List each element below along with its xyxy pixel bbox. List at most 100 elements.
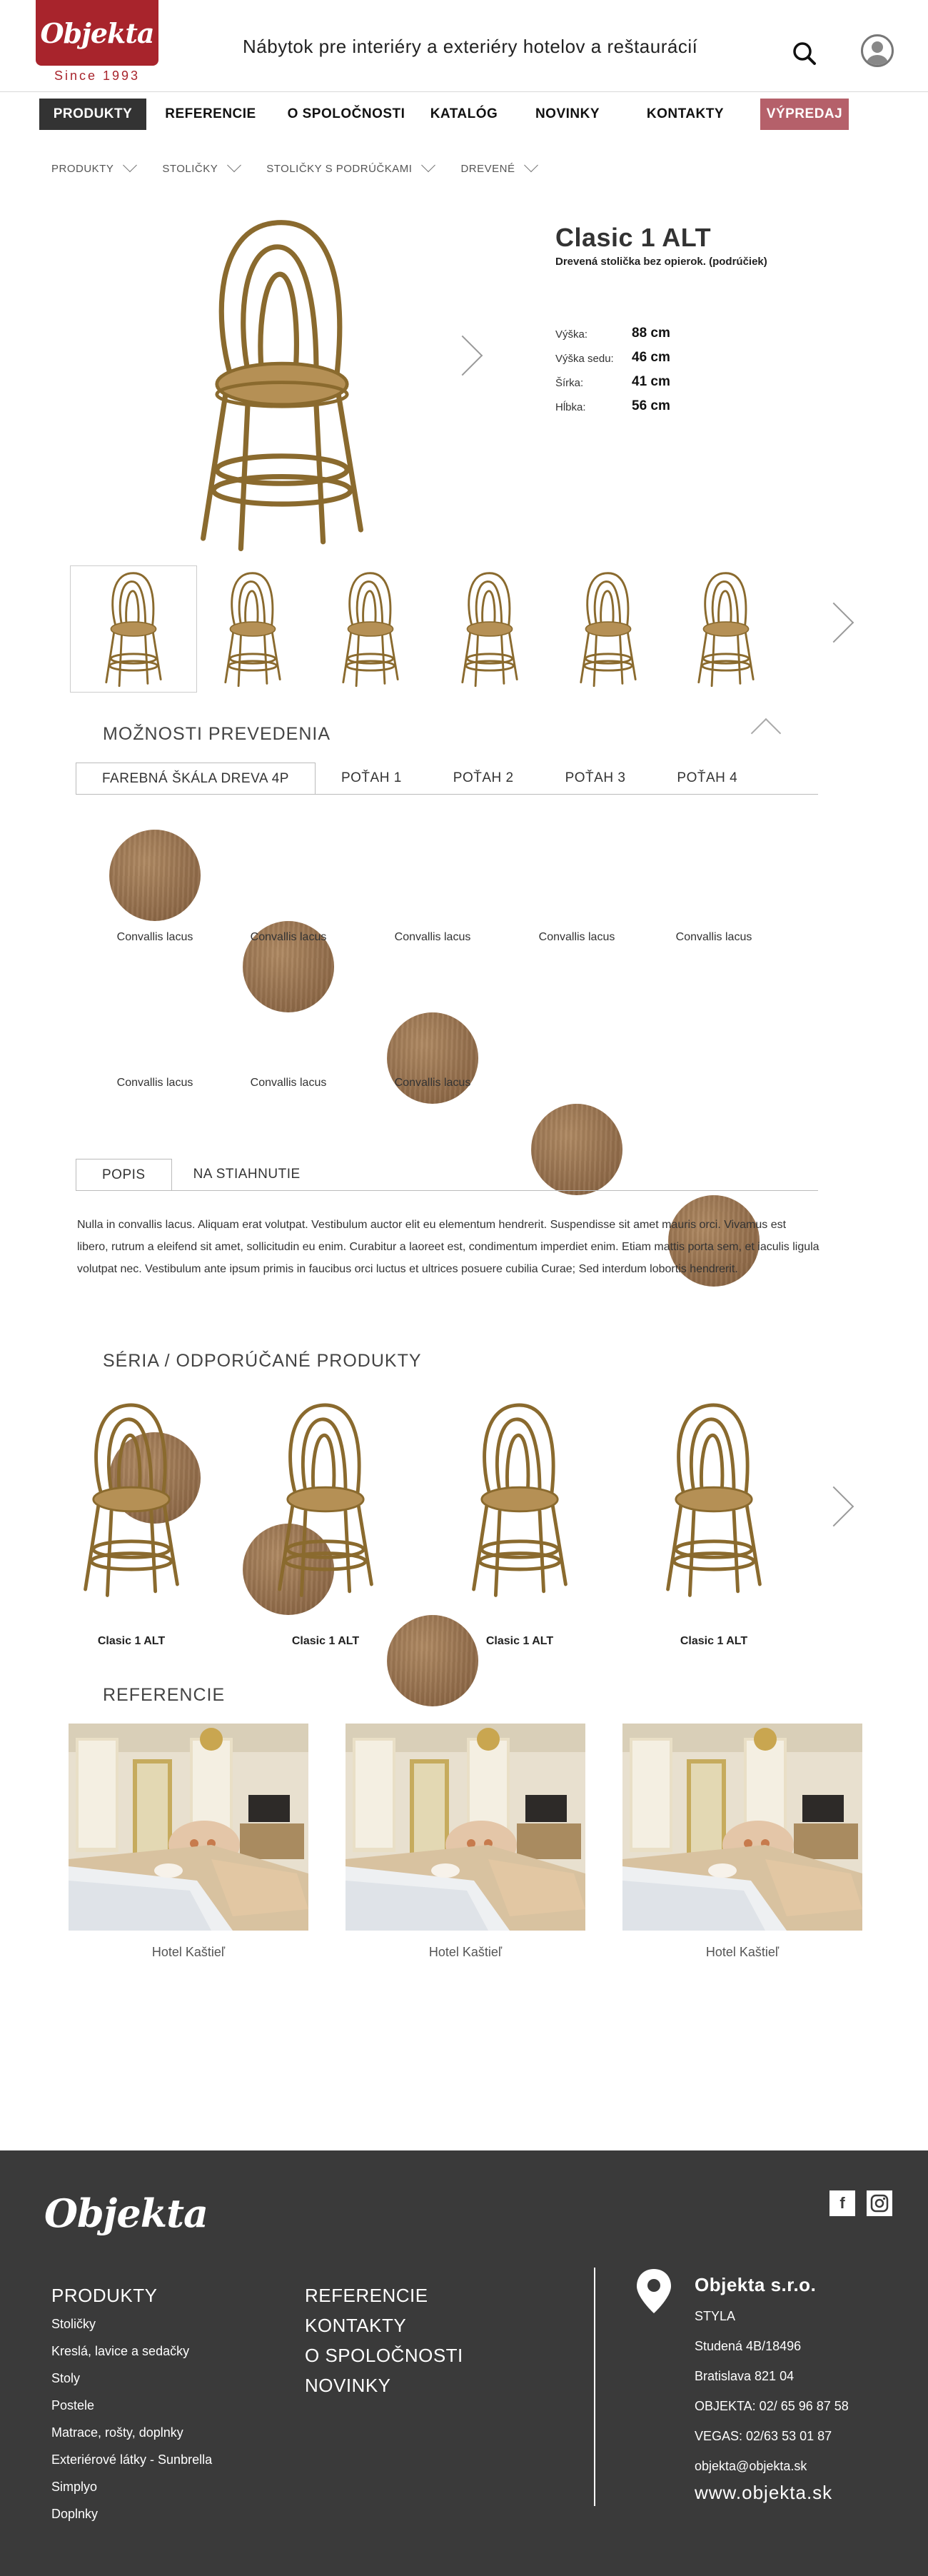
- tab-farebna-skala[interactable]: FAREBNÁ ŠKÁLA DREVA 4P: [76, 763, 316, 794]
- reference-image[interactable]: [346, 1724, 585, 1931]
- logo-text: Objekta: [40, 16, 154, 49]
- nav-produkty[interactable]: PRODUKTY: [39, 99, 146, 130]
- tab-potah-2[interactable]: POŤAH 2: [428, 763, 540, 794]
- thumbnail[interactable]: [70, 565, 197, 693]
- footer-info: Studená 4B/18496: [695, 2339, 802, 2353]
- footer-link[interactable]: Exteriérové látky - Sunbrella: [51, 2452, 212, 2467]
- chevron-down-icon[interactable]: [227, 157, 242, 172]
- tab-potah-4[interactable]: POŤAH 4: [651, 763, 763, 794]
- breadcrumb-item[interactable]: PRODUKTY: [51, 163, 114, 175]
- description-text: Nulla in convallis lacus. Aliquam erat v…: [77, 1219, 819, 1275]
- tab-potah-1[interactable]: POŤAH 1: [316, 763, 428, 794]
- swatch-label: Convallis lacus: [394, 1077, 471, 1089]
- collapse-up-icon[interactable]: [750, 718, 782, 749]
- swatch-label: Convallis lacus: [675, 931, 752, 943]
- chevron-down-icon[interactable]: [123, 157, 138, 172]
- series-product-name[interactable]: Clasic 1 ALT: [459, 1635, 580, 1648]
- tab-na-stiahnutie[interactable]: NA STIAHNUTIE: [172, 1159, 322, 1190]
- since-label: Since 1993: [54, 69, 141, 83]
- thumbnail[interactable]: [662, 565, 790, 693]
- spec-value: 88 cm: [632, 326, 670, 341]
- footer-phone[interactable]: VEGAS: 02/63 53 01 87: [695, 2429, 832, 2444]
- footer-info: Bratislava 821 04: [695, 2369, 795, 2383]
- series-product-name[interactable]: Clasic 1 ALT: [71, 1635, 192, 1648]
- description-tabs: POPIS NA STIAHNUTIE: [76, 1159, 818, 1191]
- wood-swatch[interactable]: [387, 1615, 478, 1706]
- spec-label: Výška:: [555, 328, 588, 341]
- reference-caption[interactable]: Hotel Kaštieľ: [622, 1945, 862, 1960]
- series-product-name[interactable]: Clasic 1 ALT: [653, 1635, 775, 1648]
- swatch-label: Convallis lacus: [116, 1077, 193, 1089]
- footer-kontakty-link[interactable]: KONTAKTY: [305, 2315, 406, 2337]
- breadcrumb-item[interactable]: STOLIČKY: [162, 163, 218, 175]
- swatch-label: Convallis lacus: [250, 1077, 327, 1089]
- spec-label: Výška sedu:: [555, 353, 614, 365]
- spec-label: Hĺbka:: [555, 401, 586, 413]
- options-tabs: FAREBNÁ ŠKÁLA DREVA 4P POŤAH 1 POŤAH 2 P…: [76, 763, 818, 795]
- breadcrumb-item[interactable]: STOLIČKY S PODRÚČKAMI: [266, 163, 412, 175]
- product-main-image: [201, 220, 363, 551]
- swatch-label: Convallis lacus: [538, 931, 615, 943]
- footer-novinky-link[interactable]: NOVINKY: [305, 2375, 391, 2397]
- swatch-label: Convallis lacus: [250, 931, 327, 943]
- reference-image[interactable]: [622, 1724, 862, 1931]
- tab-potah-3[interactable]: POŤAH 3: [540, 763, 652, 794]
- thumbnail[interactable]: [426, 565, 553, 693]
- header-divider: [0, 91, 928, 92]
- breadcrumb-item[interactable]: DREVENÉ: [460, 163, 515, 175]
- wood-swatch[interactable]: [109, 830, 201, 921]
- spec-value: 56 cm: [632, 398, 670, 413]
- footer-produkty-heading[interactable]: PRODUKTY: [51, 2285, 157, 2307]
- footer-link[interactable]: Postele: [51, 2398, 94, 2413]
- logo[interactable]: Objekta: [36, 0, 158, 66]
- footer-link[interactable]: Stoličky: [51, 2317, 96, 2332]
- facebook-icon[interactable]: f: [829, 2190, 855, 2216]
- footer-link[interactable]: Stoly: [51, 2371, 80, 2386]
- nav-novinky[interactable]: NOVINKY: [521, 99, 614, 130]
- spec-value: 41 cm: [632, 374, 670, 389]
- next-image-arrow-icon[interactable]: [442, 335, 483, 376]
- thumbnail[interactable]: [189, 565, 316, 693]
- series-product-image[interactable]: [266, 1399, 385, 1599]
- footer-company-name: Objekta s.r.o.: [695, 2274, 817, 2295]
- chevron-down-icon[interactable]: [524, 157, 539, 172]
- thumbnail[interactable]: [545, 565, 672, 693]
- footer-email[interactable]: objekta@objekta.sk: [695, 2459, 807, 2474]
- nav-o-spolocnosti[interactable]: O SPOLOČNOSTI: [278, 99, 414, 130]
- user-icon[interactable]: [861, 34, 894, 67]
- footer-phone[interactable]: OBJEKTA: 02/ 65 96 87 58: [695, 2399, 849, 2414]
- footer-o-spolocnosti-link[interactable]: O SPOLOČNOSTI: [305, 2345, 463, 2367]
- swatch-label: Convallis lacus: [394, 931, 471, 943]
- footer-link[interactable]: Doplnky: [51, 2507, 98, 2522]
- reference-caption[interactable]: Hotel Kaštieľ: [346, 1945, 585, 1960]
- instagram-icon[interactable]: [867, 2190, 892, 2216]
- tagline: Nábytok pre interiéry a exteriéry hotelo…: [243, 36, 698, 57]
- footer-link[interactable]: Kreslá, lavice a sedačky: [51, 2344, 189, 2359]
- series-product-image[interactable]: [460, 1399, 580, 1599]
- nav-kontakty[interactable]: KONTAKTY: [635, 99, 735, 130]
- footer-referencie-link[interactable]: REFERENCIE: [305, 2285, 428, 2307]
- spec-label: Šírka:: [555, 377, 584, 389]
- series-product-name[interactable]: Clasic 1 ALT: [265, 1635, 386, 1648]
- nav-vypredaj[interactable]: VÝPREDAJ: [760, 99, 849, 130]
- footer-website[interactable]: www.objekta.sk: [695, 2482, 832, 2504]
- reference-caption[interactable]: Hotel Kaštieľ: [69, 1945, 308, 1960]
- breadcrumb: PRODUKTY STOLIČKY STOLIČKY S PODRÚČKAMI …: [51, 157, 539, 175]
- tab-popis[interactable]: POPIS: [76, 1159, 172, 1190]
- nav-referencie[interactable]: REFERENCIE: [157, 99, 264, 130]
- reference-image[interactable]: [69, 1724, 308, 1931]
- location-pin-icon: [635, 2268, 672, 2318]
- nav-katalog[interactable]: KATALÓG: [421, 99, 507, 130]
- footer-logo[interactable]: Objekta: [44, 2190, 208, 2236]
- swatch-label: Convallis lacus: [116, 931, 193, 943]
- series-product-image[interactable]: [71, 1399, 191, 1599]
- chevron-down-icon[interactable]: [421, 157, 436, 172]
- series-next-arrow-icon[interactable]: [813, 1486, 854, 1527]
- footer-link[interactable]: Simplyo: [51, 2480, 97, 2495]
- thumbnail[interactable]: [307, 565, 434, 693]
- wood-swatch[interactable]: [387, 1012, 478, 1104]
- thumbnails-next-arrow-icon[interactable]: [813, 602, 854, 643]
- series-product-image[interactable]: [654, 1399, 774, 1599]
- search-icon[interactable]: [792, 41, 817, 66]
- footer-link[interactable]: Matrace, rošty, doplnky: [51, 2425, 183, 2440]
